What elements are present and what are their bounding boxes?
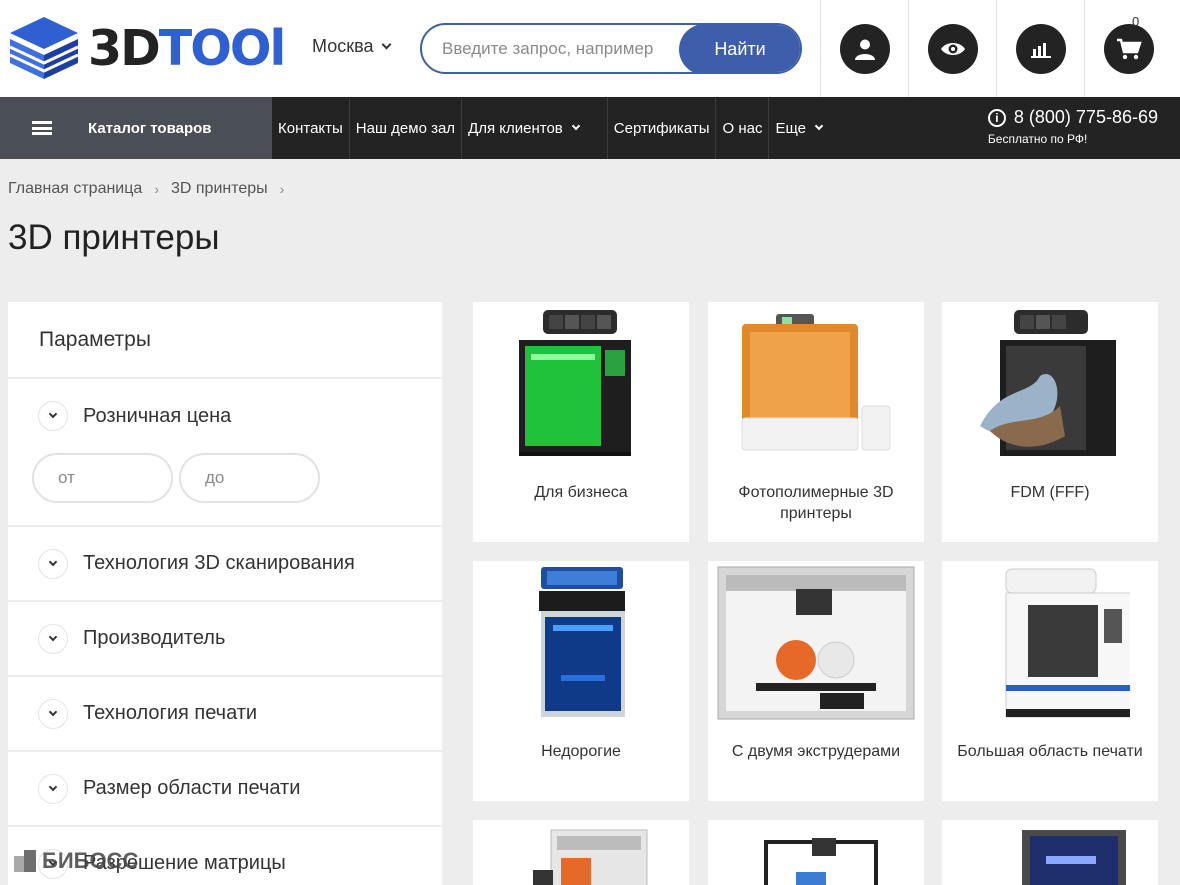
- filter-print-tech[interactable]: Технология печати: [8, 677, 442, 752]
- category-name: FDM (FFF): [1010, 484, 1090, 501]
- filter-price-toggle[interactable]: Розничная цена: [38, 401, 442, 431]
- printer-image: [764, 838, 878, 885]
- search-button[interactable]: Найти: [679, 25, 800, 72]
- nav-item-more[interactable]: Еще: [769, 97, 828, 159]
- printer-image: [533, 829, 648, 885]
- breadcrumb-separator-icon: ›: [154, 181, 159, 197]
- printer-image: [980, 310, 1116, 456]
- nav-item-contacts[interactable]: Контакты: [272, 97, 350, 159]
- menu-icon: [32, 121, 52, 135]
- logo[interactable]: 3DTOOl: [8, 10, 298, 86]
- category-card-dual-extruder[interactable]: С двумя экструдерами: [708, 561, 924, 801]
- nav-item-about[interactable]: О нас: [716, 97, 770, 159]
- search-input[interactable]: [422, 25, 722, 72]
- printer-image: [717, 566, 915, 720]
- cart-button[interactable]: 0: [1084, 0, 1172, 97]
- filter-scan-tech[interactable]: Технология 3D сканирования: [8, 527, 442, 602]
- category-name: С двумя экструдерами: [731, 743, 901, 760]
- category-name: Недорогие: [541, 743, 621, 760]
- category-card-row3-1[interactable]: [473, 820, 689, 885]
- printer-image: [519, 310, 631, 456]
- filter-price-label: Розничная цена: [83, 404, 232, 427]
- category-card-large-area[interactable]: Большая область печати: [942, 561, 1158, 801]
- catalog-button[interactable]: Каталог товаров: [0, 97, 272, 159]
- account-button[interactable]: [820, 0, 908, 97]
- printer-image: [1022, 830, 1126, 885]
- cart-count-badge: 0: [1132, 14, 1140, 29]
- price-to-input[interactable]: [179, 453, 320, 503]
- compare-icon: [1030, 42, 1051, 58]
- catalog-label: Каталог товаров: [88, 119, 212, 137]
- breadcrumb-separator-icon: ›: [279, 181, 285, 197]
- filter-manufacturer[interactable]: Производитель: [8, 602, 442, 677]
- expand-icon: [38, 773, 68, 804]
- printer-image: [1005, 568, 1130, 718]
- watermark-logo-icon: [14, 850, 36, 872]
- city-selector[interactable]: Москва: [312, 36, 392, 57]
- category-name: Большая область печати: [957, 743, 1143, 760]
- category-card-budget[interactable]: Недорогие: [473, 561, 689, 801]
- expand-icon: [38, 548, 68, 579]
- nav-item-certificates[interactable]: Сертификаты: [608, 97, 717, 159]
- category-card-row3-3[interactable]: [942, 820, 1158, 885]
- chevron-down-icon: [814, 121, 824, 131]
- info-icon: i: [987, 108, 1006, 127]
- category-card-fdm[interactable]: FDM (FFF): [942, 302, 1158, 542]
- page-title: 3D принтеры: [8, 218, 220, 257]
- printer-image: [539, 567, 625, 717]
- search-bar: Найти: [420, 23, 802, 74]
- logo-text: 3DTOOl: [88, 19, 286, 77]
- city-label: Москва: [312, 36, 374, 56]
- filters-panel: Параметры Розничная цена Технология 3D с…: [8, 302, 442, 885]
- logo-cube-icon: [9, 17, 79, 79]
- category-card-photopolymer[interactable]: Фотополимерные 3D принтеры: [708, 302, 924, 542]
- nav-item-demo-hall[interactable]: Наш демо зал: [350, 97, 463, 159]
- phone-number: 8 (800) 775-86-69: [1013, 107, 1158, 127]
- breadcrumb-3d-printers[interactable]: 3D принтеры: [171, 180, 268, 198]
- chevron-down-icon: [382, 39, 392, 50]
- watermark: БИБОСС: [14, 848, 138, 874]
- breadcrumb: Главная страница › 3D принтеры ›: [8, 180, 284, 198]
- filters-title: Параметры: [8, 302, 442, 379]
- category-card-business[interactable]: Для бизнеса: [473, 302, 689, 542]
- breadcrumb-home[interactable]: Главная страница: [8, 180, 142, 198]
- eye-icon: [940, 42, 965, 55]
- main-nav: Каталог товаров Контакты Наш демо зал Дл…: [0, 97, 1180, 159]
- expand-icon: [38, 698, 68, 729]
- nav-item-for-clients[interactable]: Для клиентов: [462, 97, 608, 159]
- header-icons: 0: [820, 0, 1172, 97]
- expand-icon: [38, 623, 68, 654]
- user-icon: [854, 39, 875, 60]
- viewed-button[interactable]: [908, 0, 996, 97]
- category-name: Для бизнеса: [534, 484, 628, 501]
- filter-price: Розничная цена: [8, 379, 442, 527]
- phone-note: Бесплатно по РФ!: [987, 132, 1088, 146]
- site-header: 3DTOOl Москва Найти: [0, 0, 1180, 97]
- printer-image: [741, 314, 891, 451]
- category-name: Фотополимерные 3D принтеры: [738, 484, 894, 522]
- cart-icon: [1116, 38, 1142, 59]
- compare-button[interactable]: [996, 0, 1084, 97]
- filter-print-area[interactable]: Размер области печати: [8, 752, 442, 827]
- phone-block[interactable]: i 8 (800) 775-86-69 Бесплатно по РФ!: [987, 107, 1158, 146]
- chevron-down-icon: [571, 121, 581, 131]
- expand-icon: [38, 401, 68, 431]
- category-card-row3-2[interactable]: [708, 820, 924, 885]
- price-from-input[interactable]: [32, 453, 173, 503]
